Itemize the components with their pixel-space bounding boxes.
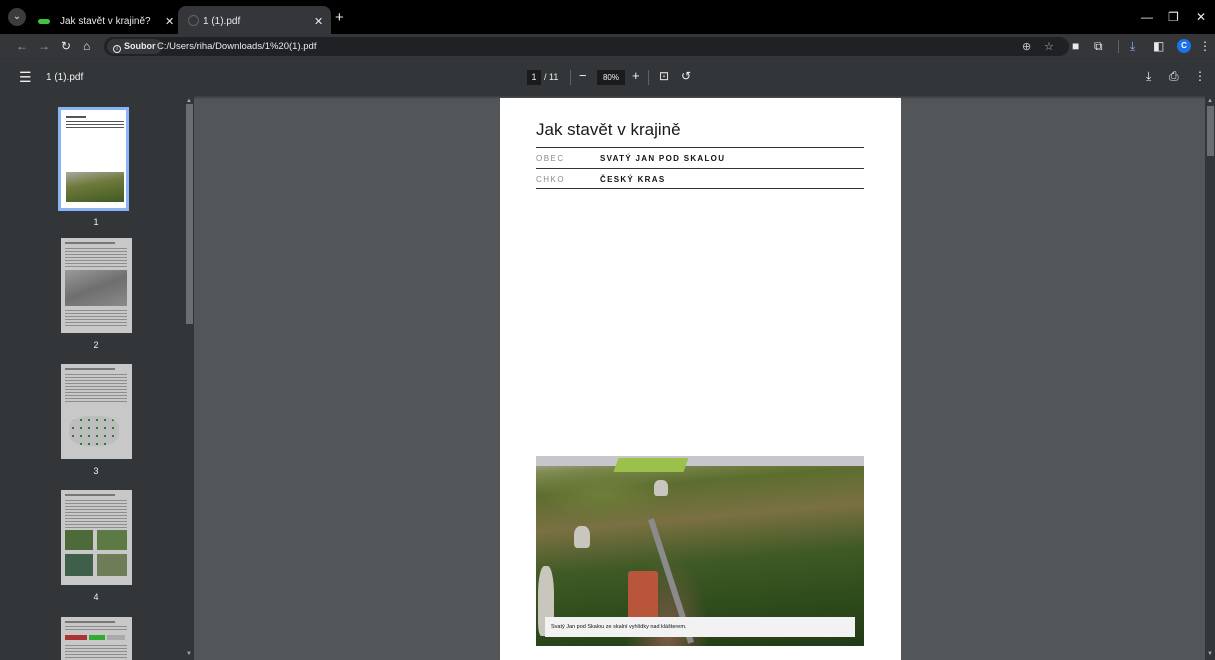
print-icon[interactable]: ⎙: [1169, 69, 1179, 84]
sidebar-toggle-icon[interactable]: ☰: [19, 69, 32, 86]
pdf-toolbar: ☰ 1 (1).pdf 1 / 11 − 80% + ⊡ ↺ ⤓ ⎙ ⋮: [0, 59, 1215, 96]
back-icon[interactable]: ←: [16, 39, 28, 53]
zoom-in-icon[interactable]: +: [632, 68, 640, 83]
divider: [570, 70, 571, 85]
photo-caption: Svatý Jan pod Skalou ze skalní vyhlídky …: [545, 617, 855, 637]
tab-title: 1 (1).pdf: [203, 16, 241, 27]
reload-icon[interactable]: ↻: [61, 39, 71, 53]
tab-strip: ⌄ Jak stavět v krajině? ✕ 1 (1).pdf ✕ + …: [0, 0, 1215, 34]
meta-value: ČESKÝ KRAS: [600, 175, 666, 184]
scroll-down-icon[interactable]: ▼: [1207, 651, 1213, 657]
page-total: / 11: [544, 72, 559, 82]
new-tab-icon[interactable]: +: [335, 9, 344, 26]
sidebar-scrollbar-thumb[interactable]: [186, 104, 193, 324]
landscape-photo: Svatý Jan pod Skalou ze skalní vyhlídky …: [536, 456, 864, 646]
divider: [536, 168, 864, 169]
thumbnail-page-3[interactable]: 3: [58, 364, 134, 476]
zoom-icon[interactable]: ⊕: [1022, 40, 1031, 53]
meta-key: CHKO: [536, 175, 566, 184]
side-panel-icon[interactable]: ◧: [1153, 39, 1164, 53]
thumbnail-page-4[interactable]: 4: [58, 490, 134, 602]
thumbnail-image: [61, 617, 132, 660]
page-number-input[interactable]: 1: [527, 70, 541, 85]
divider: [536, 188, 864, 189]
thumbnail-page-5[interactable]: [58, 617, 134, 660]
tab-search-icon[interactable]: ⌄: [8, 8, 26, 26]
tab-title: Jak stavět v krajině?: [60, 16, 151, 27]
tab-jak-stavet[interactable]: Jak stavět v krajině? ✕: [26, 6, 181, 34]
scroll-down-icon[interactable]: ▼: [186, 651, 192, 657]
thumbnail-page-1[interactable]: 1: [58, 107, 134, 227]
window-close-icon[interactable]: ✕: [1196, 10, 1206, 24]
thumbnail-image: [61, 364, 132, 459]
divider: [1118, 40, 1119, 53]
thumbnail-photo: [66, 172, 124, 202]
minimize-icon[interactable]: —: [1141, 10, 1153, 24]
thumbnail-number: 2: [93, 340, 99, 350]
thumbnail-image: [61, 490, 132, 585]
zoom-out-icon[interactable]: −: [579, 68, 587, 83]
thumbnail-image: [61, 238, 132, 333]
scroll-up-icon[interactable]: ▲: [186, 98, 192, 104]
thumbnail-number: 3: [93, 466, 99, 476]
info-icon: i: [113, 45, 121, 53]
meta-value: SVATÝ JAN POD SKALOU: [600, 154, 726, 163]
close-icon[interactable]: ✕: [314, 15, 323, 28]
main-scrollbar-thumb[interactable]: [1207, 106, 1214, 156]
forward-icon[interactable]: →: [38, 39, 50, 53]
main-scrollbar[interactable]: [1205, 96, 1215, 660]
home-icon[interactable]: ⌂: [83, 39, 90, 53]
profile-avatar[interactable]: C: [1177, 39, 1191, 53]
thumbnail-page-2[interactable]: 2: [58, 238, 134, 350]
rotate-icon[interactable]: ↺: [681, 69, 691, 83]
more-options-icon[interactable]: ⋮: [1194, 69, 1206, 83]
menu-icon[interactable]: ⋮: [1199, 39, 1211, 53]
divider: [536, 147, 864, 148]
site-favicon-icon: [38, 19, 50, 24]
browser-toolbar: ← → ↻ ⌂ i Soubor C:/Users/riha/Downloads/…: [0, 34, 1215, 59]
thumbnail-image: [58, 107, 129, 211]
tab-pdf[interactable]: 1 (1).pdf ✕: [178, 6, 331, 34]
meta-key: OBEC: [536, 154, 565, 163]
restore-icon[interactable]: ❐: [1168, 10, 1179, 24]
thumbnail-number: 4: [93, 592, 99, 602]
fit-page-icon[interactable]: ⊡: [659, 69, 669, 83]
pdf-page: Jak stavět v krajině OBEC SVATÝ JAN POD …: [500, 98, 901, 660]
address-bar[interactable]: i Soubor C:/Users/riha/Downloads/1%20(1).…: [104, 37, 1069, 56]
scroll-up-icon[interactable]: ▲: [1207, 98, 1213, 104]
extensions-puzzle-icon[interactable]: ⧉: [1094, 39, 1103, 54]
site-info-button[interactable]: i Soubor: [107, 39, 162, 54]
download-icon[interactable]: ⤓: [1130, 39, 1135, 54]
page-title: Jak stavět v krajině: [536, 120, 681, 139]
document-title: 1 (1).pdf: [46, 72, 84, 83]
download-icon[interactable]: ⤓: [1146, 69, 1151, 84]
extension-icon[interactable]: ■: [1072, 39, 1079, 53]
thumbnail-number: 1: [93, 217, 99, 227]
url-text[interactable]: C:/Users/riha/Downloads/1%20(1).pdf: [157, 41, 316, 52]
thumbnail-sidebar: 1 2 3 4: [0, 96, 194, 660]
divider: [648, 70, 649, 85]
bookmark-star-icon[interactable]: ☆: [1044, 40, 1054, 53]
zoom-input[interactable]: 80%: [597, 70, 625, 85]
globe-icon: [188, 15, 199, 26]
close-icon[interactable]: ✕: [165, 15, 174, 28]
